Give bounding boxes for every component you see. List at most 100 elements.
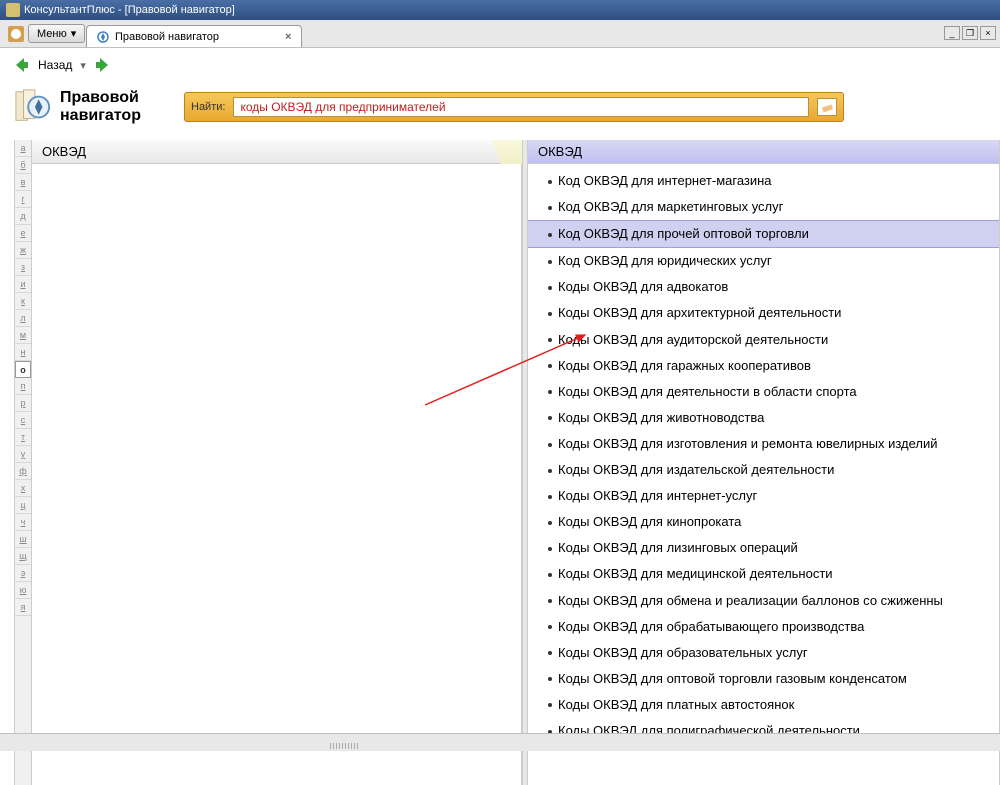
list-item[interactable]: Коды ОКВЭД для лизинговых операций — [528, 535, 999, 561]
pane-pointer-icon — [492, 140, 522, 164]
alpha-cell[interactable]: ж — [15, 242, 31, 259]
bullet-icon — [548, 364, 552, 368]
bullet-icon — [548, 260, 552, 264]
list-item[interactable]: Код ОКВЭД для интернет-магазина — [528, 168, 999, 194]
list-item[interactable]: Коды ОКВЭД для медицинской деятельности — [528, 561, 999, 587]
back-arrow-icon[interactable] — [12, 56, 30, 74]
bullet-icon — [548, 521, 552, 525]
list-item[interactable]: Коды ОКВЭД для обмена и реализации балло… — [528, 588, 999, 614]
dropdown-icon[interactable]: ▾ — [80, 59, 86, 72]
mdi-restore-button[interactable]: ❐ — [962, 26, 978, 40]
bullet-icon — [548, 495, 552, 499]
bullet-icon — [548, 651, 552, 655]
list-item[interactable]: Коды ОКВЭД для оптовой торговли газовым … — [528, 666, 999, 692]
alpha-cell[interactable]: д — [15, 208, 31, 225]
alpha-cell[interactable]: ч — [15, 514, 31, 531]
alpha-cell[interactable]: с — [15, 412, 31, 429]
eraser-icon — [821, 101, 833, 113]
alpha-cell[interactable]: ю — [15, 582, 31, 599]
alpha-cell[interactable]: б — [15, 157, 31, 174]
bullet-icon — [548, 286, 552, 290]
logo-block: Правовой навигатор — [14, 88, 174, 126]
compass-icon — [97, 31, 109, 43]
mdi-minimize-button[interactable]: _ — [944, 26, 960, 40]
alpha-cell[interactable]: и — [15, 276, 31, 293]
list-item[interactable]: Коды ОКВЭД для обрабатывающего производс… — [528, 614, 999, 640]
alpha-cell[interactable]: в — [15, 174, 31, 191]
search-label: Найти: — [191, 101, 225, 113]
bullet-icon — [548, 338, 552, 342]
alpha-cell[interactable]: з — [15, 259, 31, 276]
alpha-cell[interactable]: т — [15, 429, 31, 446]
tab-bar: Правовой навигатор × — [80, 24, 1000, 48]
page-title: Правовой навигатор — [60, 89, 141, 124]
tab-navigator[interactable]: Правовой навигатор × — [86, 25, 302, 47]
list-item[interactable]: Код ОКВЭД для юридических услуг — [528, 248, 999, 274]
bullet-icon — [548, 206, 552, 210]
alpha-cell[interactable]: к — [15, 293, 31, 310]
alpha-cell[interactable]: е — [15, 225, 31, 242]
list-item[interactable]: Код ОКВЭД для прочей оптовой торговли — [528, 220, 999, 248]
search-bar: Найти: — [184, 92, 844, 122]
list-item-label: Коды ОКВЭД для платных автостоянок — [558, 697, 794, 712]
list-item[interactable]: Коды ОКВЭД для архитектурной деятельност… — [528, 300, 999, 326]
chevron-down-icon: ▾ — [71, 27, 77, 40]
menu-label: Меню — [37, 28, 67, 40]
menu-button[interactable]: Меню ▾ — [28, 24, 85, 43]
list-item[interactable]: Коды ОКВЭД для издательской деятельности — [528, 457, 999, 483]
results-list[interactable]: Код ОКВЭД для интернет-магазинаКод ОКВЭД… — [528, 164, 999, 785]
alpha-cell[interactable]: я — [15, 599, 31, 616]
list-item[interactable]: Коды ОКВЭД для аудиторской деятельности — [528, 327, 999, 353]
alpha-cell[interactable]: щ — [15, 548, 31, 565]
alpha-cell[interactable]: а — [15, 140, 31, 157]
list-item[interactable]: Коды ОКВЭД для платных автостоянок — [528, 692, 999, 718]
list-item[interactable]: Коды ОКВЭД для кинопроката — [528, 509, 999, 535]
back-label[interactable]: Назад — [38, 58, 72, 72]
alpha-cell[interactable]: о — [15, 361, 31, 378]
alpha-cell[interactable]: л — [15, 310, 31, 327]
close-icon[interactable]: × — [285, 31, 291, 43]
tab-label: Правовой навигатор — [115, 31, 219, 43]
list-item-label: Коды ОКВЭД для изготовления и ремонта юв… — [558, 436, 938, 451]
list-item[interactable]: Коды ОКВЭД для животноводства — [528, 405, 999, 431]
left-pane-header: ОКВЭД — [32, 140, 521, 164]
list-item-label: Коды ОКВЭД для деятельности в области сп… — [558, 384, 857, 399]
alpha-cell[interactable]: х — [15, 480, 31, 497]
alpha-cell[interactable]: м — [15, 327, 31, 344]
list-item[interactable]: Коды ОКВЭД для образовательных услуг — [528, 640, 999, 666]
alpha-cell[interactable]: ц — [15, 497, 31, 514]
bullet-icon — [548, 312, 552, 316]
list-item[interactable]: Коды ОКВЭД для интернет-услуг — [528, 483, 999, 509]
right-pane: ОКВЭД Код ОКВЭД для интернет-магазинаКод… — [528, 140, 1000, 785]
alpha-cell[interactable]: р — [15, 395, 31, 412]
status-bar — [0, 733, 1000, 751]
alpha-cell[interactable]: ш — [15, 531, 31, 548]
list-item[interactable]: Коды ОКВЭД для деятельности в области сп… — [528, 379, 999, 405]
search-input[interactable] — [233, 97, 809, 117]
list-item-label: Коды ОКВЭД для образовательных услуг — [558, 645, 808, 660]
bullet-icon — [548, 416, 552, 420]
alpha-cell[interactable]: ф — [15, 463, 31, 480]
mdi-close-button[interactable]: × — [980, 26, 996, 40]
page-header: Правовой навигатор Найти: — [0, 82, 1000, 140]
bullet-icon — [548, 599, 552, 603]
alpha-cell[interactable]: г — [15, 191, 31, 208]
bullet-icon — [548, 233, 552, 237]
list-item[interactable]: Код ОКВЭД для маркетинговых услуг — [528, 194, 999, 220]
status-grip-icon[interactable] — [330, 743, 360, 749]
list-item-label: Код ОКВЭД для прочей оптовой торговли — [558, 226, 809, 241]
bullet-icon — [548, 547, 552, 551]
window-titlebar: КонсультантПлюс - [Правовой навигатор] — [0, 0, 1000, 20]
list-item[interactable]: Коды ОКВЭД для гаражных кооперативов — [528, 353, 999, 379]
app-icon — [6, 3, 20, 17]
alpha-cell[interactable]: п — [15, 378, 31, 395]
forward-arrow-icon[interactable] — [94, 56, 112, 74]
list-item-label: Коды ОКВЭД для медицинской деятельности — [558, 566, 833, 581]
list-item[interactable]: Коды ОКВЭД для изготовления и ремонта юв… — [528, 431, 999, 457]
alpha-cell[interactable]: э — [15, 565, 31, 582]
alpha-cell[interactable]: н — [15, 344, 31, 361]
list-item[interactable]: Коды ОКВЭД для адвокатов — [528, 274, 999, 300]
clear-search-button[interactable] — [817, 98, 837, 116]
alpha-cell[interactable]: у — [15, 446, 31, 463]
list-item-label: Коды ОКВЭД для адвокатов — [558, 279, 728, 294]
